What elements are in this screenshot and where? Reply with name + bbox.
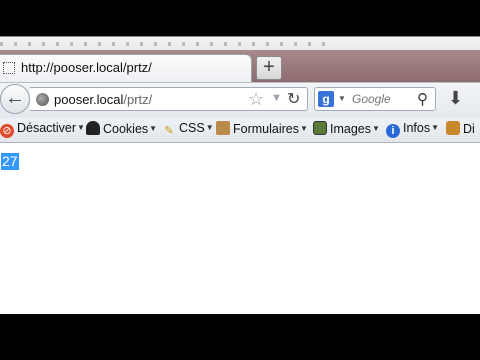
url-bar[interactable]: pooser.local/prtz/ ☆ ▼ ↻: [30, 87, 308, 111]
page-content: 27: [0, 143, 480, 314]
menu-desactiver[interactable]: ⊘ Désactiver▼: [0, 121, 85, 138]
download-arrow-icon[interactable]: ⬇: [448, 88, 463, 109]
reload-icon[interactable]: ↻: [287, 89, 300, 109]
search-input[interactable]: Google: [352, 92, 391, 106]
titlebar-pattern: [0, 42, 330, 46]
page-favicon-icon: [3, 62, 15, 74]
menu-divers[interactable]: Di: [446, 121, 475, 136]
disable-icon: ⊘: [0, 124, 14, 138]
engine-dropdown-icon[interactable]: ▼: [338, 94, 346, 103]
css-pencil-icon: ✎: [164, 125, 174, 137]
url-text[interactable]: pooser.local/prtz/: [54, 92, 152, 107]
menu-css[interactable]: ✎ CSS▼: [162, 121, 214, 138]
site-identity-icon[interactable]: [36, 93, 49, 106]
images-icon: [313, 121, 327, 135]
google-engine-icon[interactable]: g: [318, 91, 334, 107]
chevron-down-icon: ▼: [205, 123, 214, 132]
menu-formulaires[interactable]: Formulaires▼: [216, 121, 308, 136]
url-path: /prtz/: [123, 92, 153, 107]
chevron-down-icon: ▼: [300, 124, 308, 133]
chevron-down-icon: ▼: [372, 124, 380, 133]
bookmark-star-icon[interactable]: ☆: [248, 89, 264, 110]
menu-cookies[interactable]: Cookies▼: [86, 121, 157, 136]
search-icon[interactable]: ⚲: [417, 90, 428, 108]
chevron-down-icon: ▼: [431, 123, 440, 132]
tab-title: http://pooser.local/prtz/: [21, 60, 152, 75]
forms-clipboard-icon: [216, 121, 230, 135]
history-dropdown-icon[interactable]: ▼: [271, 92, 282, 104]
url-host: pooser.local: [54, 92, 124, 107]
chevron-down-icon: ▼: [149, 124, 158, 133]
search-bar[interactable]: g ▼ Google ⚲: [314, 87, 436, 111]
menu-images[interactable]: Images▼: [313, 121, 380, 136]
info-icon: i: [386, 124, 400, 138]
back-button[interactable]: ←: [0, 84, 30, 114]
divers-icon: [446, 121, 460, 135]
selected-text[interactable]: 27: [1, 153, 19, 170]
new-tab-button[interactable]: +: [256, 56, 282, 80]
menu-infos[interactable]: i Infos▼: [386, 121, 439, 138]
back-arrow-icon: ←: [5, 87, 25, 109]
tab-active[interactable]: http://pooser.local/prtz/: [0, 54, 252, 82]
web-developer-toolbar: ⊘ Désactiver▼ Cookies▼ ✎ CSS▼ Formulaires▼…: [0, 118, 480, 143]
chevron-down-icon: ▼: [77, 123, 85, 132]
cookies-icon: [86, 121, 100, 135]
